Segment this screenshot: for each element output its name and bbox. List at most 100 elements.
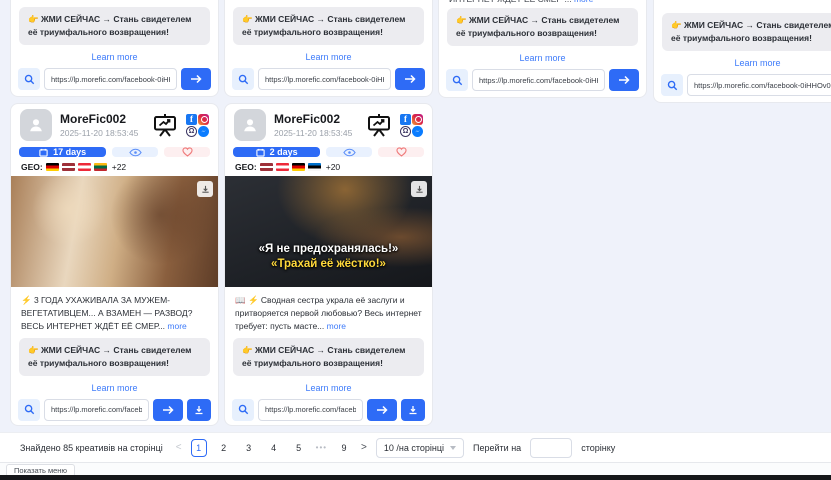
search-icon [238, 74, 249, 85]
favorite-button[interactable] [378, 147, 424, 157]
landing-url-input[interactable] [258, 68, 391, 90]
messenger-icon [198, 126, 209, 137]
flag-de-icon [46, 163, 59, 171]
ad-card-partial: 👉 ЖМИ СЕЙЧАС → Стань свидетелем её триум… [224, 0, 433, 97]
ad-card: MoreFic002 2025-11-20 18:53:45 f Ω 17 da… [10, 103, 219, 426]
learn-more-link[interactable]: Learn more [225, 376, 432, 399]
download-image-button[interactable] [411, 181, 427, 197]
geo-more-count: +22 [112, 162, 126, 172]
learn-more-link[interactable]: Learn more [439, 46, 646, 69]
download-button[interactable] [187, 399, 211, 421]
download-image-button[interactable] [197, 181, 213, 197]
column-2: 👉 ЖМИ СЕЙЧАС → Стань свидетелем её триум… [224, 0, 433, 480]
search-button[interactable] [232, 399, 254, 421]
learn-more-link[interactable]: Learn more [654, 51, 831, 74]
analytics-presentation-icon[interactable] [366, 113, 392, 137]
search-button[interactable] [661, 74, 683, 96]
flag-lt-icon [94, 163, 107, 171]
download-button[interactable] [401, 399, 425, 421]
pagination-bar: Знайдено 85 креативів на сторінці < 1 2 … [0, 432, 831, 462]
audience-network-icon: Ω [400, 126, 411, 137]
goto-page-input[interactable] [530, 438, 572, 458]
goto-page-label: Перейти на [473, 443, 521, 453]
download-icon [408, 405, 418, 415]
landing-url-input[interactable] [44, 68, 177, 90]
open-url-button[interactable] [367, 399, 397, 421]
landing-url-input[interactable] [687, 74, 831, 96]
search-icon [24, 404, 35, 415]
landing-url-input[interactable] [258, 399, 363, 421]
open-url-button[interactable] [153, 399, 183, 421]
page-button-9[interactable]: 9 [336, 439, 352, 457]
calendar-icon [256, 148, 265, 157]
search-button[interactable] [232, 68, 254, 90]
more-link[interactable]: more [327, 321, 346, 331]
ad-description-truncated: ИНТЕРНЕТ ЖДЁТ ЕЁ СМЕР ... more [439, 0, 646, 8]
arrow-right-icon [404, 74, 416, 84]
per-page-select[interactable]: 10 /на сторінці [376, 438, 464, 458]
landing-url-input[interactable] [472, 69, 605, 91]
ad-card-partial: ИНТЕРНЕТ ЖДЁТ ЕЁ СМЕР ... more 👉 ЖМИ СЕЙ… [438, 0, 647, 98]
arrow-right-icon [376, 405, 388, 415]
favorite-button[interactable] [164, 147, 210, 157]
creative-image [11, 176, 218, 287]
arrow-right-icon [162, 405, 174, 415]
download-icon [194, 405, 204, 415]
calendar-icon [39, 148, 48, 157]
page-button-1[interactable]: 1 [191, 439, 207, 457]
next-page-button[interactable]: > [361, 442, 367, 453]
landing-url-input[interactable] [44, 399, 149, 421]
ad-datetime: 2025-11-20 18:53:45 [60, 128, 152, 138]
days-active-button[interactable]: 2 days [233, 147, 320, 157]
bottom-menu-bar: Показать меню [0, 462, 831, 475]
open-url-button[interactable] [181, 68, 211, 90]
creative-image: «Я не предохранялась!» «Трахай её жёстко… [225, 176, 432, 287]
more-link[interactable]: more [167, 321, 186, 331]
analytics-presentation-icon[interactable] [152, 113, 178, 137]
column-3: ИНТЕРНЕТ ЖДЁТ ЕЁ СМЕР ... more 👉 ЖМИ СЕЙ… [438, 0, 647, 480]
learn-more-link[interactable]: Learn more [11, 376, 218, 399]
page-button-2[interactable]: 2 [216, 439, 232, 457]
ad-description: ⚡ 3 ГОДА УХАЖИВАЛА ЗА МУЖЕМ-ВЕГЕТАТИВЦЕМ… [11, 287, 218, 338]
open-url-button[interactable] [609, 69, 639, 91]
per-page-value: 10 /на сторінці [384, 443, 444, 453]
page-button-3[interactable]: 3 [241, 439, 257, 457]
learn-more-link[interactable]: Learn more [225, 45, 432, 68]
prev-page-button[interactable]: < [176, 442, 182, 453]
geo-flags [46, 163, 107, 171]
cta-text: 👉 ЖМИ СЕЙЧАС → Стань свидетелем её триум… [447, 8, 638, 46]
search-button[interactable] [18, 399, 40, 421]
column-1: 👉 ЖМИ СЕЙЧАС → Стань свидетелем её триум… [10, 0, 219, 480]
avatar [20, 109, 52, 141]
arrow-right-icon [190, 74, 202, 84]
views-button[interactable] [326, 147, 372, 157]
cta-text: 👉 ЖМИ СЕЙЧАС → Стань свидетелем её триум… [662, 13, 831, 51]
days-active-button[interactable]: 17 days [19, 147, 106, 157]
ad-card: MoreFic002 2025-11-20 18:53:45 f Ω 2 day… [224, 103, 433, 426]
page-button-4[interactable]: 4 [266, 439, 282, 457]
geo-more-count: +20 [326, 162, 340, 172]
placements: f Ω [400, 114, 423, 137]
cta-text: 👉 ЖМИ СЕЙЧАС → Стань свидетелем её триум… [19, 338, 210, 376]
views-button[interactable] [112, 147, 158, 157]
chevron-down-icon [450, 446, 456, 450]
search-icon [667, 80, 678, 91]
learn-more-link[interactable]: Learn more [11, 45, 218, 68]
search-button[interactable] [18, 68, 40, 90]
goto-page-suffix: сторінку [581, 443, 615, 453]
instagram-icon [412, 114, 423, 125]
bottom-black-strip [0, 475, 831, 480]
results-count-text: Знайдено 85 креативів на сторінці [20, 443, 163, 453]
eye-icon [343, 148, 356, 157]
search-button[interactable] [446, 69, 468, 91]
more-link[interactable]: more [574, 0, 593, 4]
placements: f Ω [186, 114, 209, 137]
flag-at-icon [78, 163, 91, 171]
pages-ellipsis[interactable]: ••• [316, 443, 327, 452]
page-button-5[interactable]: 5 [291, 439, 307, 457]
profile-name: MoreFic002 [60, 112, 152, 126]
facebook-icon: f [186, 114, 197, 125]
days-label: 17 days [53, 147, 86, 157]
search-icon [24, 74, 35, 85]
open-url-button[interactable] [395, 68, 425, 90]
